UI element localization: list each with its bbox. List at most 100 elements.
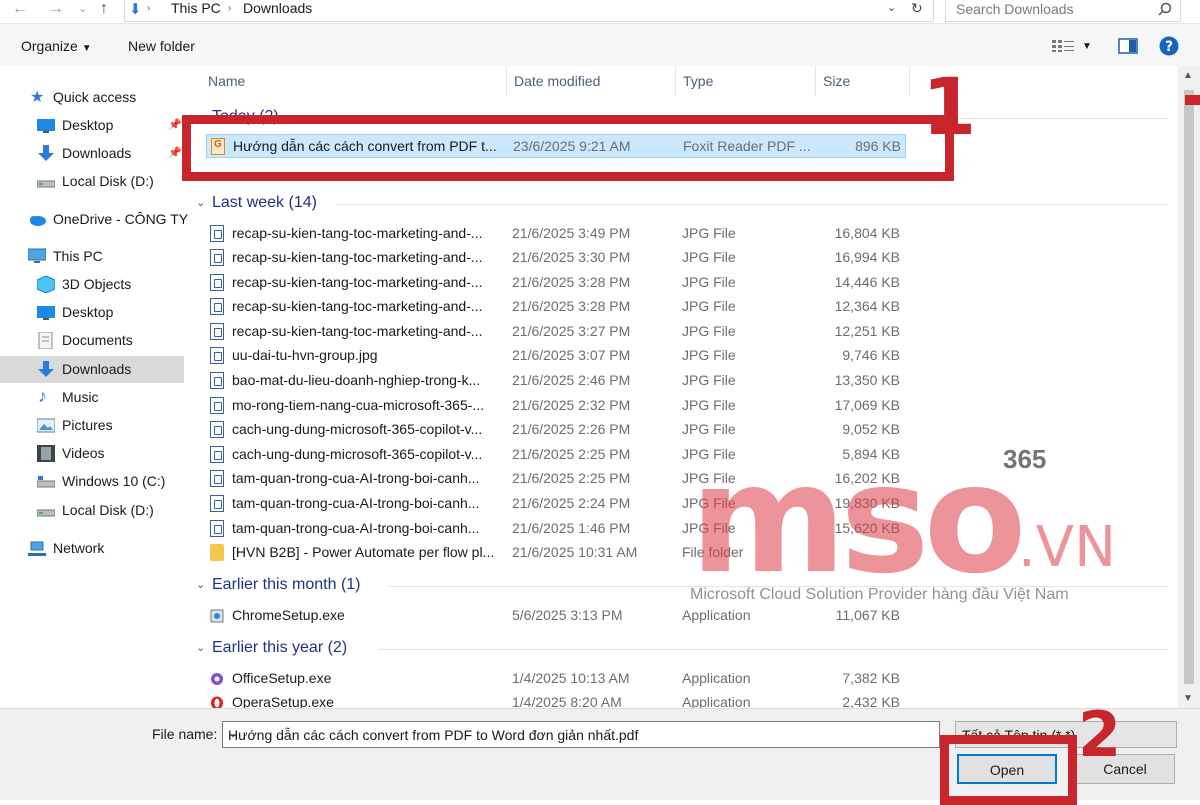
caret-down-icon: ▼ xyxy=(81,43,92,54)
picture-icon xyxy=(37,418,55,433)
column-header-type[interactable]: Type xyxy=(683,73,713,89)
monitor-icon xyxy=(28,248,46,263)
pin-icon[interactable]: 📌 xyxy=(168,146,182,159)
image-file-icon xyxy=(210,372,224,389)
image-file-icon xyxy=(210,323,224,340)
breadcrumb-chevron-icon: › xyxy=(228,3,232,14)
image-file-icon xyxy=(210,397,224,414)
sidebar-item-desktop[interactable]: Desktop 📌 xyxy=(0,112,184,139)
file-name-input[interactable]: Hướng dẫn các cách convert from PDF to W… xyxy=(222,721,940,748)
view-options-icon[interactable] xyxy=(1052,40,1074,52)
sidebar-item-this-pc[interactable]: This PC xyxy=(0,243,184,270)
scroll-up-icon[interactable]: ▲ xyxy=(1183,70,1193,81)
sidebar-item-pictures[interactable]: Pictures xyxy=(0,412,184,439)
image-file-icon xyxy=(210,470,224,487)
sidebar-item-windows-c[interactable]: Windows 10 (C:) xyxy=(0,468,184,495)
image-file-icon xyxy=(210,495,224,512)
annotation-box-step-1 xyxy=(182,115,954,181)
file-row[interactable]: ChromeSetup.exe 5/6/2025 3:13 PM Applicati… xyxy=(206,604,906,628)
breadcrumb-chevron-icon: › xyxy=(147,3,151,14)
sidebar-item-onedrive[interactable]: OneDrive - CÔNG TY xyxy=(0,206,188,233)
image-file-icon xyxy=(210,421,224,438)
image-file-icon xyxy=(210,446,224,463)
up-arrow-icon[interactable]: ↑ xyxy=(100,0,108,18)
view-dropdown-icon[interactable]: ▼ xyxy=(1082,41,1092,52)
path-dropdown-icon[interactable]: ⌄ xyxy=(887,1,896,14)
background-edge xyxy=(1185,95,1200,105)
scroll-down-icon[interactable]: ▼ xyxy=(1183,693,1193,704)
drive-icon xyxy=(37,509,55,517)
watermark-tagline: Microsoft Cloud Solution Provider hàng đ… xyxy=(690,586,1069,603)
desktop-icon xyxy=(37,119,55,133)
sidebar-item-music[interactable]: ♪ Music xyxy=(0,384,184,411)
chevron-down-icon[interactable]: ⌄ xyxy=(228,726,934,740)
music-note-icon: ♪ xyxy=(38,386,47,406)
file-row[interactable]: recap-su-kien-tang-toc-marketing-and-...… xyxy=(206,246,906,270)
watermark-logo: mso xyxy=(690,433,1027,607)
breadcrumb-downloads[interactable]: Downloads xyxy=(243,0,312,16)
file-row[interactable]: recap-su-kien-tang-toc-marketing-and-...… xyxy=(206,222,906,246)
file-row[interactable]: bao-mat-du-lieu-doanh-nghiep-trong-k... 2… xyxy=(206,369,906,393)
file-row[interactable]: OperaSetup.exe 1/4/2025 8:20 AM Applicatio… xyxy=(206,691,906,708)
film-icon xyxy=(37,445,55,462)
drive-icon xyxy=(37,476,55,488)
file-name-label: File name: xyxy=(152,726,218,742)
vertical-scrollbar[interactable]: ▲ ▼ xyxy=(1178,66,1200,708)
organize-button[interactable]: Organize ▼ xyxy=(21,38,92,54)
command-toolbar: Organize ▼ New folder ▼ ? xyxy=(0,24,1200,66)
folder-icon xyxy=(210,544,224,561)
forward-arrow-icon[interactable]: → xyxy=(48,0,64,18)
column-headers: Name Date modified Type Size xyxy=(188,66,1178,96)
column-header-name[interactable]: Name xyxy=(208,73,245,89)
cube-icon xyxy=(37,276,55,293)
file-row[interactable]: OfficeSetup.exe 1/4/2025 10:13 AM Applicat… xyxy=(206,667,906,691)
watermark-domain: .VN xyxy=(1018,515,1116,580)
sidebar-item-desktop-pc[interactable]: Desktop xyxy=(0,299,184,326)
document-icon xyxy=(38,332,53,349)
svg-text:?: ? xyxy=(1165,39,1173,55)
sidebar-item-local-disk-d-pc[interactable]: Local Disk (D:) xyxy=(0,497,184,524)
watermark-superscript: 365 xyxy=(1003,444,1047,474)
file-row[interactable]: recap-su-kien-tang-toc-marketing-and-...… xyxy=(206,271,906,295)
search-input[interactable]: Search Downloads xyxy=(945,0,1181,22)
file-row[interactable]: recap-su-kien-tang-toc-marketing-and-...… xyxy=(206,295,906,319)
chevron-down-icon: ⌄ xyxy=(196,579,206,591)
installer-icon xyxy=(210,607,224,624)
pin-icon[interactable]: 📌 xyxy=(168,118,182,131)
help-icon[interactable]: ? xyxy=(1159,36,1179,56)
sidebar-item-network[interactable]: Network xyxy=(0,535,184,562)
sidebar-item-videos[interactable]: Videos xyxy=(0,440,184,467)
refresh-icon[interactable]: ↻ xyxy=(911,0,923,17)
preview-pane-icon[interactable] xyxy=(1118,38,1138,54)
sidebar-item-quick-access[interactable]: ★ Quick access xyxy=(0,84,184,111)
chevron-down-icon: ⌄ xyxy=(196,642,206,654)
sidebar-item-downloads-pc[interactable]: Downloads xyxy=(0,356,184,383)
desktop-icon xyxy=(37,306,55,320)
image-file-icon xyxy=(210,347,224,364)
file-row[interactable]: mo-rong-tiem-nang-cua-microsoft-365-... 2… xyxy=(206,394,906,418)
new-folder-button[interactable]: New folder xyxy=(128,38,195,54)
column-header-size[interactable]: Size xyxy=(823,73,850,89)
address-path[interactable]: ⬇ › This PC › Downloads ⌄ ↻ xyxy=(124,0,934,22)
back-arrow-icon[interactable]: ← xyxy=(12,0,28,18)
annotation-box-step-2 xyxy=(940,735,1077,805)
file-row[interactable]: recap-su-kien-tang-toc-marketing-and-...… xyxy=(206,320,906,344)
file-row[interactable]: uu-dai-tu-hvn-group.jpg 21/6/2025 3:07 PM… xyxy=(206,344,906,368)
image-file-icon xyxy=(210,274,224,291)
scroll-thumb[interactable] xyxy=(1184,90,1194,684)
sidebar-item-local-disk-d[interactable]: Local Disk (D:) xyxy=(0,168,184,195)
breadcrumb-this-pc[interactable]: This PC xyxy=(171,0,221,16)
image-file-icon xyxy=(210,249,224,266)
image-file-icon xyxy=(210,520,224,537)
drive-icon xyxy=(37,180,55,188)
sidebar-item-3d-objects[interactable]: 3D Objects xyxy=(0,271,184,298)
image-file-icon xyxy=(210,298,224,315)
group-header-last-week[interactable]: ⌄ Last week (14) xyxy=(188,192,1173,216)
address-bar: ← → ⌄ ↑ ⬇ › This PC › Downloads ⌄ ↻ Sear… xyxy=(0,0,1200,24)
group-header-earlier-this-year[interactable]: ⌄ Earlier this year (2) xyxy=(188,637,1173,661)
sidebar-item-downloads[interactable]: Downloads 📌 xyxy=(0,140,184,167)
download-arrow-icon xyxy=(38,361,54,377)
sidebar-item-documents[interactable]: Documents xyxy=(0,327,184,354)
column-header-date[interactable]: Date modified xyxy=(514,73,600,89)
recent-chevron-icon[interactable]: ⌄ xyxy=(78,0,87,18)
